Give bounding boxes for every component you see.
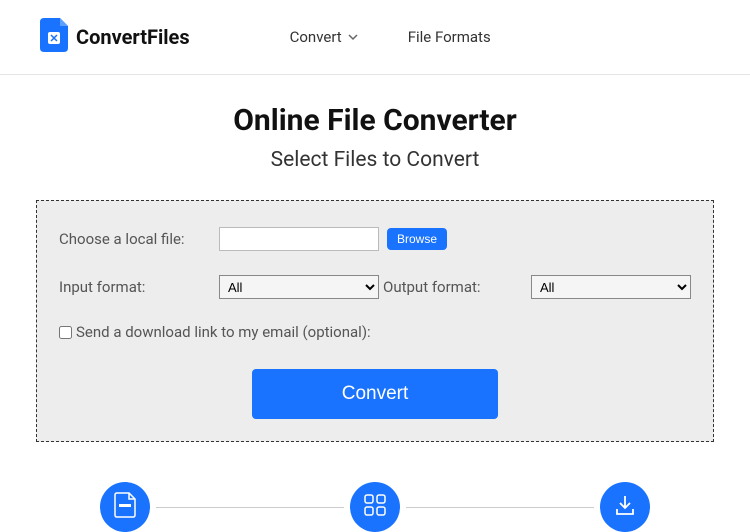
- chevron-down-icon: [348, 28, 358, 46]
- page-title: Online File Converter: [0, 103, 750, 138]
- input-format-select[interactable]: All: [219, 275, 379, 299]
- format-row: Input format: All Output format: All: [59, 275, 691, 299]
- nav-convert-label: Convert: [290, 28, 342, 46]
- step-line: [156, 507, 344, 508]
- grid-icon: [364, 494, 386, 520]
- email-checkbox-label: Send a download link to my email (option…: [76, 323, 371, 341]
- output-format-select[interactable]: All: [531, 275, 691, 299]
- download-icon: [614, 494, 636, 520]
- input-format-label: Input format:: [59, 278, 219, 296]
- nav-formats-label: File Formats: [408, 28, 491, 46]
- output-format-label: Output format:: [383, 278, 481, 296]
- step-convert: [350, 482, 400, 532]
- file-row: Choose a local file: Browse: [59, 227, 691, 251]
- page-subtitle: Select Files to Convert: [0, 148, 750, 172]
- file-icon: [114, 492, 136, 522]
- convert-wrap: Convert: [59, 369, 691, 419]
- convert-button[interactable]: Convert: [252, 369, 499, 419]
- email-checkbox[interactable]: [59, 326, 72, 339]
- step-download: [600, 482, 650, 532]
- choose-file-label: Choose a local file:: [59, 230, 219, 248]
- nav: Convert File Formats: [290, 28, 491, 46]
- browse-button[interactable]: Browse: [387, 228, 447, 250]
- email-row: Send a download link to my email (option…: [59, 323, 691, 341]
- steps: [100, 482, 650, 532]
- convert-form: Choose a local file: Browse Input format…: [36, 200, 714, 442]
- file-input[interactable]: [219, 227, 379, 251]
- header: ConvertFiles Convert File Formats: [0, 0, 750, 75]
- logo-icon: [40, 18, 68, 56]
- step-line: [406, 507, 594, 508]
- brand-name: ConvertFiles: [76, 25, 190, 49]
- step-upload: [100, 482, 150, 532]
- nav-convert[interactable]: Convert: [290, 28, 358, 46]
- nav-formats[interactable]: File Formats: [408, 28, 491, 46]
- logo[interactable]: ConvertFiles: [40, 18, 190, 56]
